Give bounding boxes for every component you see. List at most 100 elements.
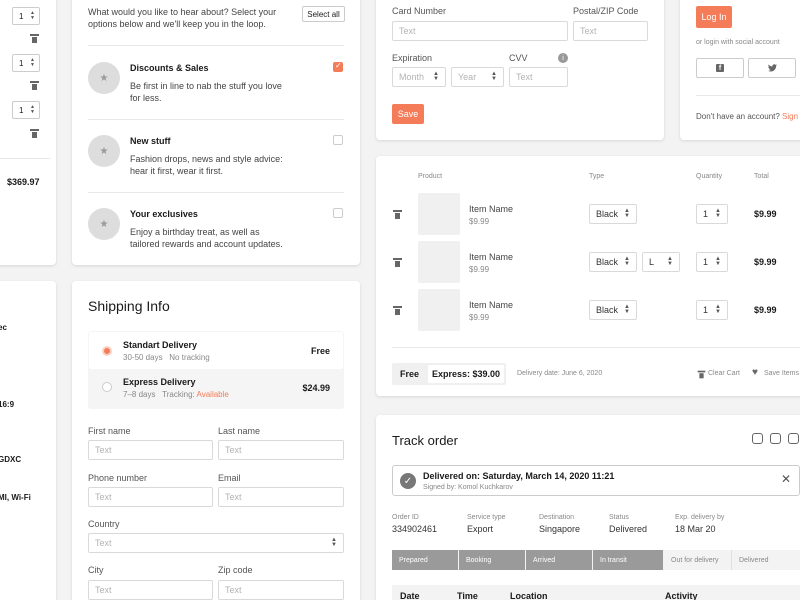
- trash-icon[interactable]: [393, 210, 402, 219]
- quantity-stepper[interactable]: 1 ▲ ▼: [12, 101, 40, 119]
- delivery-tracking-label: Tracking:: [162, 390, 195, 399]
- twitter-button[interactable]: [748, 58, 796, 78]
- column-header-date: Date: [400, 591, 420, 600]
- item-price: $9.99: [469, 265, 490, 274]
- clear-cart-button[interactable]: Clear Cart: [708, 370, 740, 377]
- shipping-free-option[interactable]: Free: [400, 369, 419, 379]
- stepper-caret-icon: ▲ ▼: [30, 10, 35, 21]
- stepper-caret-icon: ▲ ▼: [30, 57, 35, 68]
- trash-icon[interactable]: [393, 258, 402, 267]
- cart-summary-card: 1 ▲ ▼ 1 ▲ ▼ 1 ▲ ▼ $369.97: [0, 0, 56, 265]
- delivery-tracking: No tracking: [169, 353, 210, 362]
- select-caret-icon: ▲ ▼: [624, 256, 630, 267]
- quantity-select[interactable]: 1 ▲ ▼: [696, 300, 728, 320]
- year-select[interactable]: Year ▲ ▼: [451, 67, 504, 87]
- payment-card: Card Number Text Postal/ZIP Code Text Ex…: [376, 0, 664, 140]
- order-id-label: Order ID: [392, 514, 419, 521]
- cvv-label: CVV: [509, 53, 528, 63]
- tracking-table-header: Date Time Location Activity: [392, 585, 800, 600]
- first-name-label: First name: [88, 426, 131, 436]
- delivery-option-express[interactable]: Express Delivery 7–8 days Tracking: Avai…: [89, 370, 343, 408]
- country-select[interactable]: Text ▲ ▼: [88, 533, 344, 553]
- destination-label: Destination: [539, 514, 575, 521]
- expiration-label: Expiration: [392, 53, 433, 63]
- select-caret-icon: ▲ ▼: [715, 304, 721, 315]
- shipping-info-card: Shipping Info Standart Delivery 30-50 da…: [72, 281, 360, 600]
- product-specs-card: ec 16:9 GDXC MI, Wi-Fi: [0, 281, 56, 600]
- column-header-product: Product: [418, 173, 443, 180]
- quantity-select[interactable]: 1 ▲ ▼: [696, 252, 728, 272]
- option-checkbox[interactable]: [333, 61, 343, 72]
- no-account-text: Don't have an account?: [696, 112, 780, 121]
- quantity-stepper[interactable]: 1 ▲ ▼: [12, 54, 40, 72]
- item-name: Item Name: [469, 252, 514, 262]
- last-name-input[interactable]: Text: [218, 440, 344, 460]
- option-checkbox[interactable]: [333, 208, 343, 218]
- quantity-select[interactable]: 1 ▲ ▼: [696, 204, 728, 224]
- sign-up-link[interactable]: Sign: [782, 112, 798, 121]
- heart-icon[interactable]: ♥: [752, 367, 758, 378]
- select-all-button[interactable]: Select all: [302, 6, 345, 22]
- shipping-title: Shipping Info: [88, 298, 170, 314]
- close-icon[interactable]: ✕: [781, 472, 791, 486]
- email-input[interactable]: Text: [218, 487, 344, 507]
- step-in-transit: In transit: [593, 550, 663, 570]
- type-select[interactable]: Black ▲ ▼: [589, 204, 637, 224]
- delivery-price: $24.99: [302, 383, 330, 393]
- type-select[interactable]: Black ▲ ▼: [589, 252, 637, 272]
- step-arrived: Arrived: [526, 550, 592, 570]
- select-caret-icon: ▲ ▼: [433, 71, 439, 82]
- facebook-button[interactable]: f: [696, 58, 744, 78]
- window-control-icon[interactable]: [770, 433, 781, 444]
- column-header-quantity: Quantity: [696, 173, 723, 180]
- stepper-caret-icon: ▲ ▼: [30, 104, 35, 115]
- select-caret-icon: ▲ ▼: [624, 208, 630, 219]
- first-name-input[interactable]: Text: [88, 440, 213, 460]
- zip-label: Zip code: [218, 565, 253, 575]
- window-control-icon[interactable]: [752, 433, 763, 444]
- delivery-options: Standart Delivery 30-50 days No tracking…: [88, 331, 344, 409]
- info-icon[interactable]: i: [558, 53, 568, 63]
- newsletter-preferences-card: What would you like to hear about? Selec…: [72, 0, 360, 265]
- city-label: City: [88, 565, 104, 575]
- size-select[interactable]: L ▲ ▼: [642, 252, 680, 272]
- item-name: Item Name: [469, 204, 514, 214]
- save-button[interactable]: Save: [392, 104, 424, 124]
- postal-input[interactable]: Text: [573, 21, 648, 41]
- star-icon: ★: [88, 208, 120, 240]
- delivery-notice: ✓ Delivered on: Saturday, March 14, 2020…: [392, 465, 800, 496]
- select-caret-icon: ▲ ▼: [667, 256, 673, 267]
- card-number-input[interactable]: Text: [392, 21, 568, 41]
- trash-icon[interactable]: [30, 34, 39, 43]
- select-caret-icon: ▲ ▼: [491, 71, 497, 82]
- shipping-express-option[interactable]: Express: $39.00: [428, 365, 504, 383]
- trash-icon[interactable]: [30, 129, 39, 138]
- login-button[interactable]: Log In: [696, 6, 732, 28]
- service-type-label: Service type: [467, 514, 506, 521]
- select-caret-icon: ▲ ▼: [624, 304, 630, 315]
- delivery-option-standard[interactable]: Standart Delivery 30-50 days No tracking…: [89, 332, 343, 369]
- city-input[interactable]: Text: [88, 580, 213, 600]
- type-select[interactable]: Black ▲ ▼: [589, 300, 637, 320]
- quantity-stepper[interactable]: 1 ▲ ▼: [12, 7, 40, 25]
- cvv-input[interactable]: Text: [509, 67, 568, 87]
- service-type-value: Export: [467, 524, 494, 534]
- country-label: Country: [88, 519, 120, 529]
- option-description: Fashion drops, news and style advice: he…: [130, 154, 283, 176]
- phone-input[interactable]: Text: [88, 487, 213, 507]
- month-select[interactable]: Month ▲ ▼: [392, 67, 446, 87]
- step-delivered: Delivered: [731, 550, 800, 570]
- zip-input[interactable]: Text: [218, 580, 344, 600]
- column-header-time: Time: [457, 591, 478, 600]
- option-title: Your exclusives: [130, 209, 198, 219]
- radio-selected-icon: [102, 346, 112, 356]
- phone-label: Phone number: [88, 473, 148, 483]
- clear-cart-icon[interactable]: [697, 370, 706, 379]
- delivery-tracking-value: Available: [196, 390, 229, 399]
- window-control-icon[interactable]: [788, 433, 799, 444]
- save-items-button[interactable]: Save Items: [764, 370, 799, 377]
- trash-icon[interactable]: [30, 81, 39, 90]
- login-card: Log In or login with social account f Do…: [680, 0, 800, 140]
- trash-icon[interactable]: [393, 306, 402, 315]
- option-checkbox[interactable]: [333, 135, 343, 145]
